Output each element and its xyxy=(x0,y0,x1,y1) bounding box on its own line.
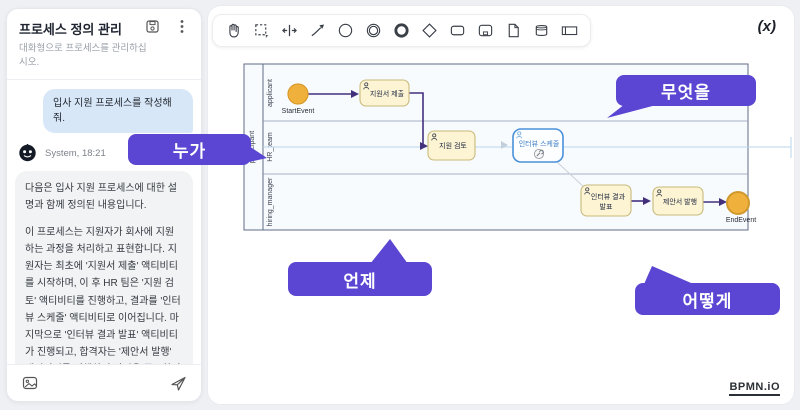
lane-label-applicant: applicant xyxy=(267,79,274,107)
bpmn-diagram: participant applicant HR_team hiring_man… xyxy=(243,63,792,231)
wrench-icon[interactable] xyxy=(533,148,545,160)
callout-how: 어떻게 xyxy=(635,283,780,315)
app-root: 프로세스 정의 관리 대화형으로 프로세스를 관리하십시오. 입사 지원 프로세… xyxy=(0,0,800,410)
chat-panel: 프로세스 정의 관리 대화형으로 프로세스를 관리하십시오. 입사 지원 프로세… xyxy=(6,8,202,402)
chat-header: 프로세스 정의 관리 대화형으로 프로세스를 관리하십시오. xyxy=(7,9,201,80)
diagram-canvas[interactable]: (x) participant applicant HR_team hiring… xyxy=(207,5,795,405)
task-offer-label: 제안서 발행 xyxy=(663,197,697,206)
save-icon[interactable] xyxy=(143,17,161,35)
attach-image-icon[interactable] xyxy=(21,374,39,392)
bpmn-io-watermark[interactable]: BPMN.iO xyxy=(729,381,780,396)
task-review-label: 지원 검토 xyxy=(439,141,467,150)
task-schedule-label: 인터뷰 스케줄 xyxy=(519,139,560,148)
callout-when-tail xyxy=(370,239,408,264)
task-result-label-line1: 인터뷰 결과 xyxy=(591,192,626,201)
callout-what: 무엇을 xyxy=(616,75,756,106)
task-result-label-line2: 발표 xyxy=(600,202,613,211)
more-menu-icon[interactable] xyxy=(173,17,191,35)
start-event-label: StartEvent xyxy=(282,108,315,115)
chat-input-bar xyxy=(7,364,201,401)
end-event[interactable] xyxy=(726,191,750,215)
end-event-label: EndEvent xyxy=(726,217,756,224)
callout-who-tail xyxy=(249,146,267,162)
system-sender-timestamp: System, 18:21 xyxy=(45,148,106,159)
system-paragraph: 이 프로세스는 지원자가 회사에 지원하는 과정을 처리하고 표현합니다. 지원… xyxy=(25,226,181,359)
task-submit-label: 지원서 제출 xyxy=(370,89,405,98)
send-icon[interactable] xyxy=(169,374,187,392)
robot-avatar xyxy=(17,142,38,166)
chat-messages: 입사 지원 프로세스를 작성해줘. System, 18:21 다음은 입사 지… xyxy=(7,80,201,364)
start-event[interactable] xyxy=(287,83,309,105)
system-message: 다음은 입사 지원 프로세스에 대한 설명과 함께 정의된 내용입니다. 이 프… xyxy=(15,170,193,364)
chat-subtitle: 대화형으로 프로세스를 관리하십시오. xyxy=(19,43,147,69)
lane-label-hiring-manager: hiring_manager xyxy=(267,177,274,226)
system-paragraph: 다음은 입사 지원 프로세스에 대한 설명과 함께 정의된 내용입니다. xyxy=(25,182,177,211)
callout-when: 언제 xyxy=(288,262,432,296)
callout-who: 누가 xyxy=(128,134,251,165)
user-message: 입사 지원 프로세스를 작성해줘. xyxy=(43,88,193,133)
